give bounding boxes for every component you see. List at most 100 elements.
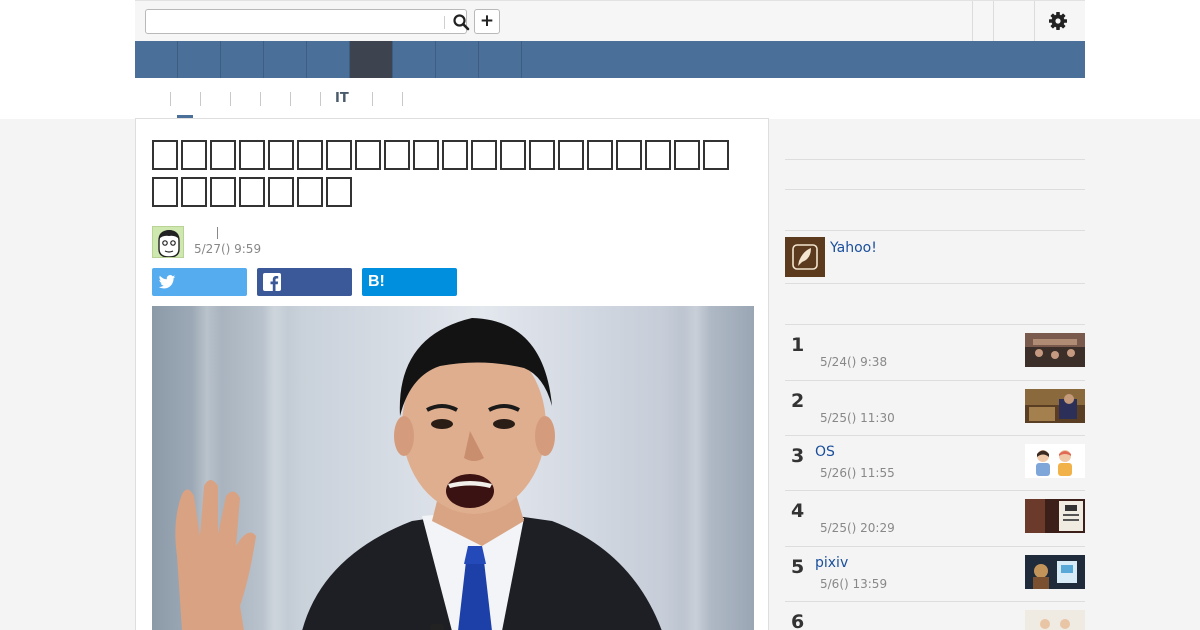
add-button[interactable]: + (474, 9, 500, 34)
rank-number: 6 (791, 611, 805, 630)
rank-number: 3 (791, 445, 805, 467)
toolbar-divider (1034, 1, 1035, 41)
nav-item[interactable] (479, 41, 522, 78)
twitter-icon (158, 275, 176, 289)
tab-it[interactable]: IT (335, 91, 349, 106)
tab-separator (290, 92, 291, 106)
headline-glyph (529, 140, 555, 170)
rank-date: 5/6() 13:59 (820, 577, 888, 591)
headline-glyph (326, 140, 352, 170)
headline-glyph (500, 140, 526, 170)
rank-number: 5 (791, 556, 805, 578)
tab-separator (230, 92, 231, 106)
rank-number: 2 (791, 390, 805, 412)
nav-item[interactable] (307, 41, 350, 78)
rank-thumbnail[interactable] (1025, 555, 1085, 589)
tab-separator (402, 92, 403, 106)
headline-glyph (181, 140, 207, 170)
sidebar-divider (785, 283, 1085, 284)
twitter-share-button[interactable] (152, 268, 247, 296)
nav-item[interactable] (436, 41, 479, 78)
rank-title[interactable]: OS (815, 444, 835, 460)
top-toolbar: + (135, 0, 1085, 41)
toolbar-divider (993, 1, 994, 41)
rank-date: 5/25() 20:29 (820, 521, 895, 535)
sidebar-divider (785, 189, 1085, 190)
rank-date: 5/25() 11:30 (820, 411, 895, 425)
headline-glyph (268, 177, 294, 207)
headline-glyph (558, 140, 584, 170)
category-navbar (135, 41, 1085, 78)
toolbar-divider (972, 1, 973, 41)
author-avatar[interactable] (152, 226, 184, 258)
gear-icon[interactable] (1048, 11, 1068, 31)
headline-glyph (297, 140, 323, 170)
rank-number: 1 (791, 334, 805, 356)
ranking-item[interactable]: 2 5/25() 11:30 (785, 381, 1085, 436)
tab-separator (372, 92, 373, 106)
rank-thumbnail[interactable] (1025, 444, 1085, 478)
headline-glyph (413, 140, 439, 170)
article-headline[interactable] (152, 137, 752, 211)
sidebar-divider (785, 230, 1085, 231)
rank-title[interactable]: pixiv (815, 555, 848, 571)
article-card: 5/27() 9:59 B! (135, 118, 769, 630)
nav-item-active[interactable] (350, 41, 393, 78)
tab-separator (320, 92, 321, 106)
article-photo[interactable] (152, 306, 754, 630)
ranking-item[interactable]: 5 pixiv 5/6() 13:59 (785, 547, 1085, 602)
nav-item[interactable] (221, 41, 264, 78)
facebook-share-button[interactable] (257, 268, 352, 296)
rank-date: 5/26() 11:55 (820, 466, 895, 480)
headline-glyph (355, 140, 381, 170)
ranking-item[interactable]: 6 (785, 602, 1085, 630)
headline-glyph (471, 140, 497, 170)
rank-number: 4 (791, 500, 805, 522)
tab-separator (170, 92, 171, 106)
headline-glyph (587, 140, 613, 170)
sidebar: Yahoo! 1 5/24() 9:38 2 5/25() 11:30 3 OS… (785, 118, 1085, 630)
rank-thumbnail[interactable] (1025, 333, 1085, 367)
facebook-icon (263, 273, 281, 291)
nav-item[interactable] (264, 41, 307, 78)
tab-separator (200, 92, 201, 106)
nav-item[interactable] (393, 41, 436, 78)
search-divider (444, 16, 445, 29)
headline-glyph (210, 140, 236, 170)
headline-glyph (384, 140, 410, 170)
sidebar-divider (785, 159, 1085, 160)
rank-thumbnail[interactable] (1025, 610, 1085, 630)
ranking-item[interactable]: 1 5/24() 9:38 (785, 325, 1085, 380)
headline-glyph (442, 140, 468, 170)
headline-glyph (645, 140, 671, 170)
hatena-icon: B! (368, 273, 385, 290)
ranking-item[interactable]: 3 OS 5/26() 11:55 (785, 436, 1085, 491)
headline-glyph (703, 140, 729, 170)
headline-glyph (239, 140, 265, 170)
quill-icon[interactable] (785, 237, 825, 277)
headline-glyph (152, 140, 178, 170)
headline-glyph (268, 140, 294, 170)
headline-glyph (674, 140, 700, 170)
search-icon[interactable] (452, 13, 470, 31)
search-input[interactable] (145, 9, 470, 34)
headline-glyph (210, 177, 236, 207)
nav-item[interactable] (178, 41, 221, 78)
rank-thumbnail[interactable] (1025, 499, 1085, 533)
headline-glyph (239, 177, 265, 207)
ranking-item[interactable]: 4 5/25() 20:29 (785, 491, 1085, 546)
headline-glyph (297, 177, 323, 207)
headline-glyph (326, 177, 352, 207)
hatena-bookmark-button[interactable]: B! (362, 268, 457, 296)
yahoo-link[interactable]: Yahoo! (830, 240, 877, 256)
headline-glyph (181, 177, 207, 207)
author-separator (217, 227, 218, 239)
sub-tabs: IT (135, 78, 1085, 119)
tab-separator (260, 92, 261, 106)
nav-item[interactable] (135, 41, 178, 78)
headline-glyph (616, 140, 642, 170)
cartoon-face-icon (158, 230, 180, 257)
post-date: 5/27() 9:59 (194, 242, 262, 256)
rank-date: 5/24() 9:38 (820, 355, 888, 369)
rank-thumbnail[interactable] (1025, 389, 1085, 423)
